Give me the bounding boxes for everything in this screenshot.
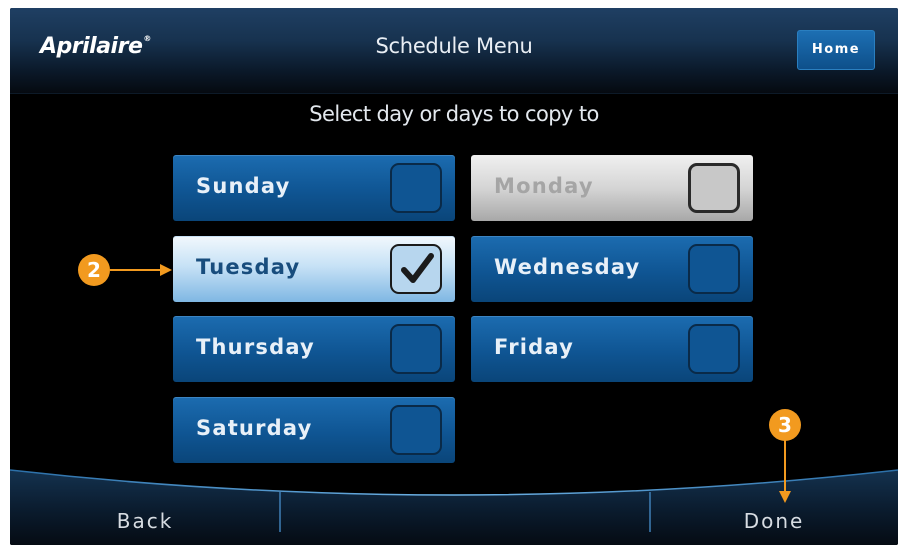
footer-bar: Back Done (10, 468, 898, 545)
day-checkbox[interactable] (390, 405, 442, 455)
day-button-thursday[interactable]: Thursday (173, 316, 455, 382)
day-checkbox[interactable] (390, 163, 442, 213)
day-checkbox[interactable] (688, 324, 740, 374)
thermostat-screen: Aprilaire® Schedule Menu Home Select day… (10, 8, 898, 545)
day-button-friday[interactable]: Friday (471, 316, 753, 382)
day-checkbox (688, 163, 740, 213)
day-label: Tuesday (196, 255, 301, 279)
back-button[interactable]: Back (10, 498, 280, 545)
day-button-sunday[interactable]: Sunday (173, 155, 455, 221)
day-label: Monday (494, 174, 594, 198)
day-button-tuesday[interactable]: Tuesday (173, 236, 455, 302)
callout-badge-3: 3 (769, 409, 801, 441)
day-label: Friday (494, 335, 575, 359)
day-label: Wednesday (494, 255, 641, 279)
day-button-saturday[interactable]: Saturday (173, 397, 455, 463)
home-button[interactable]: Home (797, 30, 875, 70)
day-label: Saturday (196, 416, 313, 440)
checkmark-icon (401, 253, 434, 283)
instruction-text: Select day or days to copy to (309, 102, 599, 126)
day-button-wednesday[interactable]: Wednesday (471, 236, 753, 302)
footer-center-area (280, 498, 650, 545)
header-bar: Aprilaire® Schedule Menu Home (10, 8, 898, 94)
day-label: Thursday (196, 335, 315, 359)
day-checkbox[interactable] (688, 244, 740, 294)
day-checkbox[interactable] (390, 244, 442, 294)
callout-badge-2: 2 (78, 254, 110, 286)
done-button[interactable]: Done (650, 498, 898, 545)
day-button-monday: Monday (471, 155, 753, 221)
day-checkbox[interactable] (390, 324, 442, 374)
page-title: Schedule Menu (375, 34, 533, 58)
day-label: Sunday (196, 174, 291, 198)
